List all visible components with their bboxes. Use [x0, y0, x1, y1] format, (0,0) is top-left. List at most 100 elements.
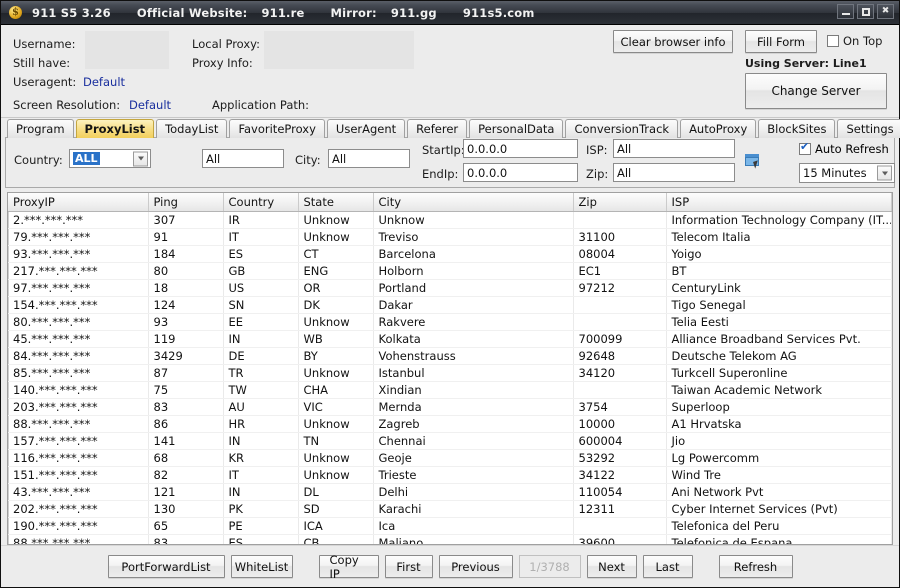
on-top-checkbox-box[interactable]	[827, 35, 839, 47]
tab-referer[interactable]: Referer	[407, 119, 468, 138]
table-row[interactable]: 45.***.***.*** 119 IN WB Kolkata 700099 Allian…	[8, 330, 892, 348]
proxy-list-table[interactable]: ProxyIP Ping Country State City Zip ISP …	[7, 192, 893, 545]
table-row[interactable]: 190.***.***.*** 65 PE ICA Ica Telefonica del …	[8, 517, 892, 535]
column-header-proxyip[interactable]: ProxyIP	[8, 193, 149, 212]
tab-useragent[interactable]: UserAgent	[326, 119, 406, 138]
cell-isp: Information Technology Company (IT...	[666, 211, 892, 229]
first-button[interactable]: First	[384, 555, 433, 578]
cell-isp: BT	[666, 262, 892, 280]
table-row[interactable]: 84.***.***.*** 3429 DE BY Vohenstrauss 92648 D…	[8, 347, 892, 365]
table-row[interactable]: 202.***.***.*** 130 PK SD Karachi 12311 Cyber …	[8, 500, 892, 518]
cell-city: Delhi	[373, 483, 574, 501]
city-input[interactable]: All	[328, 149, 410, 168]
mirror-value: 911.gg	[390, 5, 437, 20]
change-server-button[interactable]: Change Server	[745, 73, 887, 109]
cell-isp: Ani Network Pvt	[666, 483, 892, 501]
table-row[interactable]: 151.***.***.*** 82 IT Unknow Trieste 34122 Win…	[8, 466, 892, 484]
cell-country: TW	[223, 381, 299, 399]
cell-city: Rakvere	[373, 313, 574, 331]
cell-city: Dakar	[373, 296, 574, 314]
column-header-ping[interactable]: Ping	[148, 193, 224, 212]
tab-autoproxy[interactable]: AutoProxy	[680, 119, 757, 138]
cell-ping: 130	[148, 500, 224, 518]
chevron-down-icon-interval[interactable]	[877, 165, 892, 181]
search-window-icon[interactable]	[744, 152, 764, 172]
table-row[interactable]: 80.***.***.*** 93 EE Unknow Rakvere Telia Ees…	[8, 313, 892, 331]
isp-input[interactable]: All	[613, 139, 735, 158]
table-row[interactable]: 88.***.***.*** 86 HR Unknow Zagreb 10000 A1 Hr…	[8, 415, 892, 433]
table-row[interactable]: 85.***.***.*** 87 TR Unknow Istanbul 34120 Tur…	[8, 364, 892, 382]
zip-input[interactable]: All	[613, 163, 735, 182]
cell-isp: Yoigo	[666, 245, 892, 263]
auto-refresh-checkbox-box[interactable]	[799, 141, 811, 155]
column-header-state[interactable]: State	[298, 193, 374, 212]
refresh-interval-select[interactable]: 15 Minutes	[799, 163, 895, 183]
close-icon[interactable]: ✖	[877, 4, 894, 19]
last-button[interactable]: Last	[642, 555, 693, 578]
cell-state: BY	[298, 347, 374, 365]
tab-program[interactable]: Program	[7, 119, 74, 138]
table-row[interactable]: 154.***.***.*** 124 SN DK Dakar Tigo Senegal	[8, 296, 892, 314]
maximize-icon[interactable]	[857, 4, 874, 19]
chevron-down-icon[interactable]	[133, 151, 148, 166]
cell-city: Kolkata	[373, 330, 574, 348]
tab-personaldata[interactable]: PersonalData	[469, 119, 564, 138]
state-input[interactable]: All	[202, 149, 284, 168]
tab-todaylist[interactable]: TodayList	[156, 119, 228, 138]
column-header-country[interactable]: Country	[223, 193, 299, 212]
table-row[interactable]: 116.***.***.*** 68 KR Unknow Geoje 53292 Lg Po…	[8, 449, 892, 467]
cell-isp: Tigo Senegal	[666, 296, 892, 314]
table-row[interactable]: 43.***.***.*** 121 IN DL Delhi 110054 Ani Netw…	[8, 483, 892, 501]
white-list-button[interactable]: WhiteList	[230, 555, 293, 578]
cell-city: Barcelona	[373, 245, 574, 263]
cell-isp: Telefonica de Espana	[666, 534, 892, 544]
table-row[interactable]: 157.***.***.*** 141 IN TN Chennai 600004 Jio	[8, 432, 892, 450]
table-header-row: ProxyIP Ping Country State City Zip ISP	[8, 193, 892, 212]
previous-button[interactable]: Previous	[438, 555, 513, 578]
column-header-isp[interactable]: ISP	[666, 193, 892, 212]
column-header-zip[interactable]: Zip	[573, 193, 667, 212]
cell-country: IN	[223, 330, 299, 348]
on-top-checkbox[interactable]: On Top	[827, 34, 882, 48]
cell-country: SN	[223, 296, 299, 314]
table-row[interactable]: 217.***.***.*** 80 GB ENG Holborn EC1 BT	[8, 262, 892, 280]
refresh-button[interactable]: Refresh	[718, 555, 793, 578]
endip-input[interactable]: 0.0.0.0	[463, 163, 578, 182]
title-bar: $ 911 S5 3.26 Official Website: 911.re M…	[1, 1, 899, 25]
table-row[interactable]: 79.***.***.*** 91 IT Unknow Treviso 31100 Tele…	[8, 228, 892, 246]
cell-isp: Turkcell Superonline	[666, 364, 892, 382]
auto-refresh-checkbox[interactable]: Auto Refresh	[799, 141, 889, 156]
cell-city: Unknow	[373, 211, 574, 229]
tab-settings[interactable]: Settings	[837, 119, 900, 138]
cell-country: KR	[223, 449, 299, 467]
cell-ping: 82	[148, 466, 224, 484]
city-label: City:	[295, 153, 321, 167]
clear-browser-info-button[interactable]: Clear browser info	[613, 30, 733, 53]
table-row[interactable]: 88.***.***.*** 83 ES CB Maliano 39600 Telefoni…	[8, 534, 892, 544]
tab-blocksites[interactable]: BlockSites	[758, 119, 836, 138]
tab-favoriteproxy[interactable]: FavoriteProxy	[229, 119, 325, 138]
next-button[interactable]: Next	[586, 555, 637, 578]
country-select[interactable]: ALL	[69, 149, 151, 168]
copy-ip-button[interactable]: Copy IP	[318, 553, 379, 581]
fill-form-button[interactable]: Fill Form	[745, 30, 817, 53]
mirror-label: Mirror:	[330, 5, 377, 20]
cell-state: Unknow	[298, 415, 374, 433]
table-row[interactable]: 2.***.***.*** 307 IR Unknow Unknow Informatio…	[8, 211, 892, 229]
tab-conversiontrack[interactable]: ConversionTrack	[565, 119, 679, 138]
port-forward-list-button[interactable]: PortForwardList	[107, 555, 225, 578]
column-header-city[interactable]: City	[373, 193, 574, 212]
official-website-label: Official Website:	[136, 5, 248, 20]
screen-resolution-value[interactable]: Default	[129, 98, 171, 112]
table-row[interactable]: 93.***.***.*** 184 ES CT Barcelona 08004 Yoigo	[8, 245, 892, 263]
tab-proxylist[interactable]: ProxyList	[75, 119, 155, 138]
cell-ping: 68	[148, 449, 224, 467]
table-row[interactable]: 203.***.***.*** 83 AU VIC Mernda 3754 Superloo…	[8, 398, 892, 416]
cell-city: Trieste	[373, 466, 574, 484]
startip-input[interactable]: 0.0.0.0	[463, 139, 578, 158]
table-row[interactable]: 97.***.***.*** 18 US OR Portland 97212 Century…	[8, 279, 892, 297]
minimize-icon[interactable]	[837, 4, 854, 19]
useragent-value[interactable]: Default	[83, 75, 125, 89]
cell-state: TN	[298, 432, 374, 450]
table-row[interactable]: 140.***.***.*** 75 TW CHA Xindian Taiwan Acad…	[8, 381, 892, 399]
